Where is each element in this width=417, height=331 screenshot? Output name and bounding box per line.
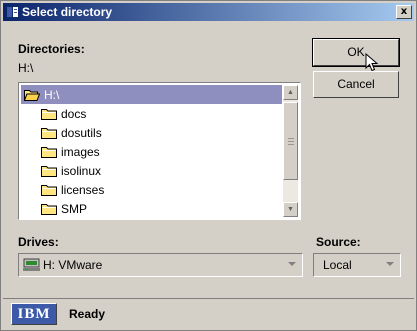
drive-icon	[23, 258, 40, 272]
mouse-cursor-icon	[365, 53, 379, 72]
list-item-label: H:\	[44, 87, 60, 102]
scroll-down-button[interactable]: ▼	[283, 202, 298, 217]
list-item-label: licenses	[61, 182, 105, 197]
ok-button[interactable]: OK	[312, 38, 400, 67]
current-path: H:\	[18, 61, 34, 75]
drives-selected-value: H: VMware	[43, 258, 103, 272]
folder-icon	[41, 146, 61, 158]
title-bar[interactable]: Select directory x	[3, 3, 414, 21]
select-directory-dialog: Select directory x Directories: H:\ H:\ d…	[0, 0, 417, 331]
open-folder-icon	[24, 89, 44, 101]
list-item-label: images	[61, 144, 100, 159]
status-text: Ready	[69, 307, 106, 321]
list-item-label: docs	[61, 106, 87, 121]
cancel-button[interactable]: Cancel	[313, 71, 399, 98]
drives-label: Drives:	[18, 235, 59, 249]
list-item[interactable]: licenses	[21, 180, 282, 199]
source-label: Source:	[316, 235, 361, 249]
folder-icon	[41, 203, 61, 215]
list-item[interactable]: images	[21, 142, 282, 161]
list-item-label: dosutils	[61, 125, 102, 140]
list-item-root[interactable]: H:\	[21, 85, 282, 104]
directory-items: H:\ docs dosutils images isolinux licenses SMP	[21, 85, 282, 217]
ibm-logo: IBM	[11, 303, 57, 325]
list-item-label: SMP	[61, 201, 88, 216]
chevron-down-icon	[288, 262, 296, 266]
drives-select[interactable]: H: VMware	[18, 253, 303, 277]
list-item[interactable]: docs	[21, 104, 282, 123]
folder-icon	[41, 165, 61, 177]
source-select[interactable]: Local	[313, 253, 401, 277]
list-item-label: isolinux	[61, 163, 102, 178]
window-title: Select directory	[22, 5, 113, 19]
scroll-up-button[interactable]: ▲	[283, 85, 298, 100]
directories-label: Directories:	[18, 42, 85, 56]
list-item[interactable]: isolinux	[21, 161, 282, 180]
status-bar: IBM Ready	[3, 298, 414, 329]
list-item[interactable]: dosutils	[21, 123, 282, 142]
folder-icon	[41, 127, 61, 139]
app-icon	[6, 5, 20, 19]
folder-icon	[41, 184, 61, 196]
chevron-down-icon	[386, 262, 394, 266]
directory-list[interactable]: H:\ docs dosutils images isolinux licenses SMP…	[18, 82, 301, 220]
list-item[interactable]: SMP	[21, 199, 282, 218]
source-selected-value: Local	[323, 258, 352, 272]
folder-icon	[41, 108, 61, 120]
scroll-thumb[interactable]	[283, 102, 298, 180]
vertical-scrollbar[interactable]: ▲ ▼	[283, 85, 298, 217]
close-button[interactable]: x	[396, 5, 412, 19]
